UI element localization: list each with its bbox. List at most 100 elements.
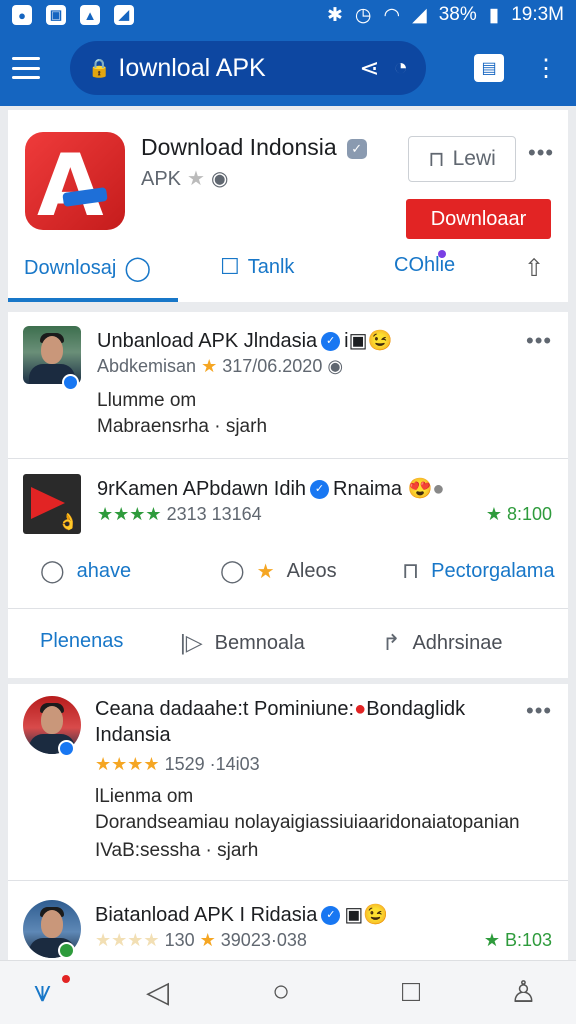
back-icon[interactable]: ◁ [146,975,169,1010]
share-icon[interactable]: ⋖ [359,54,379,83]
wifi-icon: ◠ [383,4,401,26]
post-body-line: Dorandseamiau nolayaigiassiuiaaridonaiat… [95,812,520,833]
url-text: Iownloal APK [118,53,266,82]
star-icon: ★ [201,356,218,376]
post-author-name[interactable]: Biatanload APK I Ridasia ✓ ▣😉 [95,902,388,927]
app-bar: 🔒 Iownloal APK ⋖ ◔ ▤ ⋮ [0,30,576,106]
rating-stars: ★★★★ [97,504,162,524]
rating-stars: ★★★★ [95,930,160,950]
overflow-menu-icon[interactable]: ⋮ [534,54,558,83]
photo-notification-icon: ◢ [114,5,134,25]
comment-icon: ◯ [124,255,152,282]
clock: 19:3M [511,4,564,25]
status-bar: ● ▣ ▲ ◢ ✱ ◷ ◠ ◢ 38% ▮ 19:3M [0,0,576,30]
divider [8,880,568,881]
like-icon: ⊓ [402,558,420,583]
signal-icon: ◢ [412,4,427,26]
recents-icon[interactable]: □ [402,975,420,1009]
verified-badge-icon [58,942,75,959]
image-emoji-icon: ▣ [344,904,364,926]
hand-emoji-icon: 👌 [58,514,78,531]
tab-online[interactable]: COhlie [394,254,455,277]
rating-score: ★ B:103 [483,930,552,950]
notification-dot [438,250,446,258]
post-author-name[interactable]: 9rKamen APbdawn Idih ✓ Rnaima 😍● [97,476,445,501]
post-author-name[interactable]: Unbanload APK Jlndasia ✓ i▣😉 [97,328,392,353]
post-author-name[interactable]: Ceana dadaahe:t Pominiune:●Bondaglidk [95,698,465,721]
divider [8,458,568,459]
globe-icon: ◉ [210,168,229,190]
heart-eyes-emoji-icon: 😍 [407,478,433,500]
post-card: Unbanload APK Jlndasia ✓ i▣😉 ••• Abdkemisa… [8,312,568,678]
smile-emoji-icon: 😉 [363,904,389,926]
star-icon: ★ [256,560,275,583]
verified-icon: ✓ [321,906,341,926]
verified-icon: ✓ [321,332,341,352]
verified-icon: ✓ [346,138,367,159]
adhrsinae-action[interactable]: ↱ Adhrsinae [382,630,503,656]
share-upload-icon[interactable]: ⇧ [524,254,544,283]
tab-downloads[interactable]: Downlosaj ◯ [24,254,151,283]
smile-emoji-icon: 😉 [367,330,393,352]
like-icon: ⊓ [428,147,445,171]
star-icon: ★ [187,168,205,190]
active-tab-indicator [8,298,178,302]
app-subtitle: APK ★ ◉ [141,168,229,190]
url-bar[interactable]: 🔒 Iownloal APK ⋖ ◔ [70,41,426,95]
app-title: Download Indonsia ✓ [141,134,367,161]
post-more-icon[interactable]: ••• [526,698,552,724]
header-tabs: Downlosaj ◯ ☐ Tanlk COhlie ⇧ [8,246,568,302]
post-card: Ceana dadaahe:t Pominiune:●Bondaglidk ••… [8,684,568,960]
post-meta: ★★★★ 2313 13164 [97,504,262,524]
messenger-notification-icon: ● [12,5,32,25]
square-icon: ☐ [220,254,240,279]
globe-icon: ◉ [327,356,344,376]
bemnoala-action[interactable]: |▷ Bemnoala [180,630,305,656]
verified-badge-icon [62,374,79,391]
menu-icon[interactable] [12,57,40,79]
video-thumbnail[interactable]: 👌 [23,474,81,534]
rating-score: ★ 8:100 [485,504,552,524]
tab-tanlik[interactable]: ☐ Tanlk [220,254,294,280]
post-body-line: Mabraensrha · sjarh [97,416,268,437]
battery-icon: ▮ [488,4,500,26]
plenenas-action[interactable]: Plenenas [40,630,123,653]
lock-icon: 🔒 [88,57,111,78]
more-options-icon[interactable]: ••• [528,140,554,166]
notification-dot [62,975,70,983]
forward-icon: ↱ [382,630,401,655]
post-body-line: lLienma om [95,786,194,807]
aleos-action[interactable]: ◯ ★ Aleos [220,558,337,584]
share-action[interactable]: ◯ ahave [40,558,131,584]
message-icon[interactable]: ▤ [474,54,504,82]
app-logo: A [25,132,125,236]
lewi-button[interactable]: ⊓ Lewi [408,136,516,182]
post-body-line: IVaB:sessha · sjarh [95,840,259,861]
post-meta: ★★★★ 1529 ·14i03 [95,754,260,774]
face-emoji-icon: ● [432,478,445,500]
post-meta: Abdkemisan ★ 317/06.2020 ◉ [97,356,344,376]
play-outline-icon: |▷ [180,630,203,655]
system-nav-bar: ⩛ ◁ ○ □ ♙ [0,960,576,1024]
home-app-icon[interactable]: ⩛ [34,975,51,1009]
divider [8,608,568,609]
image-notification-icon: ▣ [46,5,66,25]
home-icon[interactable]: ○ [272,975,290,1009]
rating-stars: ★★★★ [95,754,160,774]
verified-icon: ✓ [310,480,330,500]
profile-icon[interactable]: ♙ [510,975,537,1010]
post-more-icon[interactable]: ••• [526,328,552,354]
gallery-notification-icon: ▲ [80,5,100,25]
comment-icon: ◯ [40,558,65,583]
history-icon[interactable]: ◔ [394,54,409,83]
app-header-card: A Download Indonsia ✓ APK ★ ◉ ⊓ Lewi ••• Do… [8,110,568,302]
bluetooth-icon: ✱ [326,4,343,26]
comment-icon: ◯ [220,558,245,583]
download-button[interactable]: Downloaar [406,199,551,239]
post-body-line: Llumme om [97,390,197,411]
post-author-name-line2: Indansia [95,724,171,746]
star-icon: ★ [199,930,216,950]
battery-percent: 38% [438,4,477,25]
pector-action[interactable]: ⊓ Pectorgalama [402,558,555,584]
image-emoji-icon: i▣ [344,330,368,352]
